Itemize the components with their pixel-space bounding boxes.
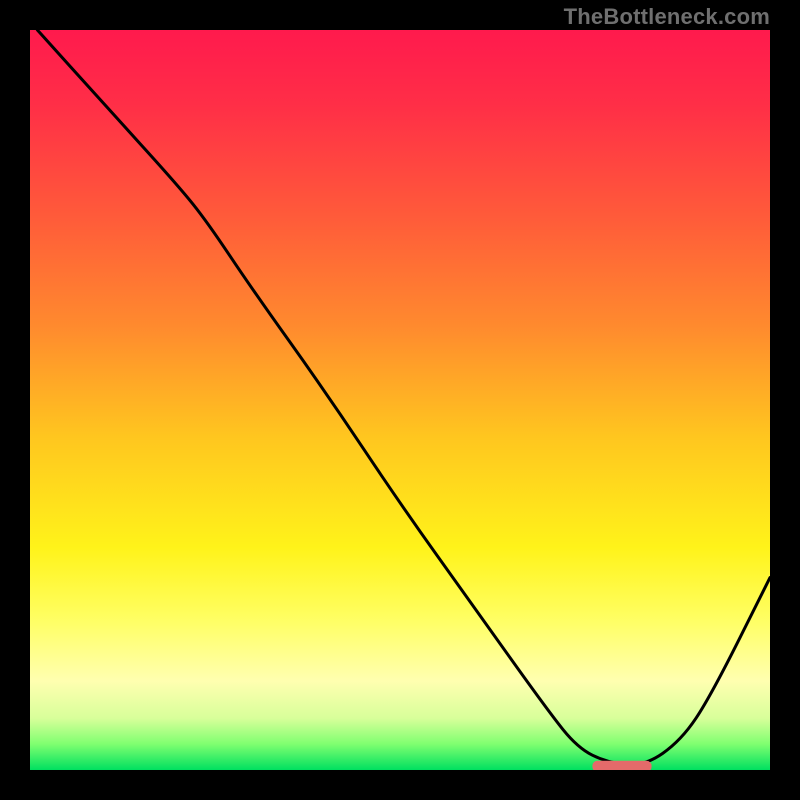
optimal-marker: [592, 761, 651, 770]
gradient-background: [30, 30, 770, 770]
watermark-text: TheBottleneck.com: [564, 4, 770, 30]
plot-area: [30, 30, 770, 770]
chart-container: TheBottleneck.com: [0, 0, 800, 800]
chart-svg: [30, 30, 770, 770]
